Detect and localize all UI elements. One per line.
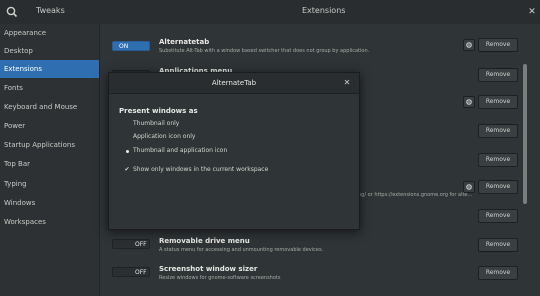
remove-button[interactable]: Remove <box>478 95 518 109</box>
section-label: Present windows as <box>119 107 198 115</box>
remove-button[interactable]: Remove <box>478 124 518 138</box>
checkmark-icon: ✔ <box>124 166 130 173</box>
extension-description: Resize windows for gnome-software screen… <box>159 275 281 281</box>
gear-icon[interactable] <box>463 96 475 108</box>
sidebar-item-keyboard-and-mouse[interactable]: Keyboard and Mouse <box>0 98 99 116</box>
extension-toggle[interactable]: ON <box>112 41 150 51</box>
extension-title: Screenshot window sizer <box>159 265 258 273</box>
page-title: Extensions <box>302 6 346 15</box>
toggle-label: ON <box>119 43 129 50</box>
dialog-title: AlternateTab <box>109 73 359 94</box>
toggle-label: OFF <box>135 241 147 248</box>
sidebar-item-workspaces[interactable]: Workspaces <box>0 213 99 231</box>
scrollbar-thumb[interactable] <box>523 64 527 204</box>
radio-label: Thumbnail and application icon <box>133 147 228 154</box>
sidebar-item-extensions[interactable]: Extensions <box>0 60 99 78</box>
extension-description: A status menu for accessing and unmounti… <box>159 247 324 253</box>
sidebar-item-startup-applications[interactable]: Startup Applications <box>0 136 99 154</box>
extension-description: ng/ or https://extensions.gnome.org for … <box>358 192 473 198</box>
radio-icon <box>123 132 131 142</box>
list-item: ON Alternatetab Substitute Alt-Tab with … <box>100 38 540 68</box>
app-title: Tweaks <box>36 6 65 15</box>
sidebar-item-fonts[interactable]: Fonts <box>0 79 99 97</box>
remove-button[interactable]: Remove <box>478 238 518 252</box>
radio-label: Application icon only <box>133 133 196 140</box>
close-icon[interactable]: ✕ <box>526 6 538 18</box>
extension-toggle[interactable]: OFF <box>112 267 150 277</box>
alternatetab-dialog: AlternateTab ✕ Present windows as Thumbn… <box>108 72 360 230</box>
sidebar-item-typing[interactable]: Typing <box>0 175 99 193</box>
search-icon[interactable] <box>4 4 20 20</box>
title-bar: Tweaks Extensions ✕ <box>0 0 540 25</box>
gear-icon[interactable] <box>463 181 475 193</box>
remove-button[interactable]: Remove <box>478 266 518 280</box>
sidebar-item-power[interactable]: Power <box>0 117 99 135</box>
sidebar: Appearance Desktop Extensions Fonts Keyb… <box>0 24 100 296</box>
remove-button[interactable]: Remove <box>478 209 518 223</box>
list-item: OFF Removable drive menu A status menu f… <box>100 236 540 266</box>
gear-icon[interactable] <box>463 39 475 51</box>
radio-icon <box>123 119 131 129</box>
remove-button[interactable]: Remove <box>478 153 518 167</box>
list-item: OFF Screenshot window sizer Resize windo… <box>100 264 540 294</box>
sidebar-item-desktop[interactable]: Desktop <box>0 42 99 60</box>
close-icon[interactable]: ✕ <box>341 77 353 89</box>
remove-button[interactable]: Remove <box>478 38 518 52</box>
extension-title: Removable drive menu <box>159 237 250 245</box>
sidebar-item-windows[interactable]: Windows <box>0 194 99 212</box>
radio-label: Thumbnail only <box>133 120 180 127</box>
remove-button[interactable]: Remove <box>478 180 518 194</box>
checkbox-label: Show only windows in the current workspa… <box>133 166 269 173</box>
toggle-label: OFF <box>135 269 147 276</box>
sidebar-item-appearance[interactable]: Appearance <box>0 24 99 42</box>
remove-button[interactable]: Remove <box>478 68 518 82</box>
extension-description: Substitute Alt-Tab with a window based s… <box>159 48 370 54</box>
radio-selected-icon <box>123 146 131 156</box>
sidebar-item-top-bar[interactable]: Top Bar <box>0 155 99 173</box>
extension-title: Alternatetab <box>159 38 210 46</box>
extension-toggle[interactable]: OFF <box>112 239 150 249</box>
scrollbar[interactable] <box>520 24 528 296</box>
